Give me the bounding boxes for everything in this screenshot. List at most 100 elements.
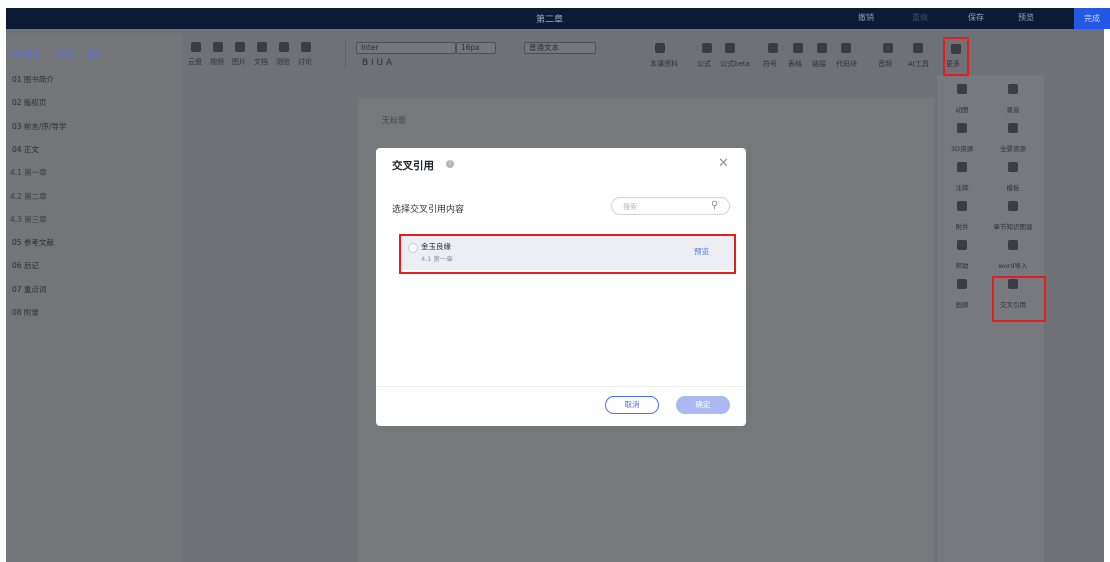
toolbar-tool-icon bbox=[725, 43, 735, 53]
add-sibling-button[interactable]: 同级目录 bbox=[10, 48, 40, 59]
search-placeholder: 搜索 bbox=[623, 203, 637, 211]
toolbar-tool-icon bbox=[702, 43, 712, 53]
cross-reference-highlight bbox=[992, 276, 1046, 322]
redo-button[interactable]: 重做 bbox=[912, 12, 928, 23]
toolbar-tool-button[interactable]: AI工具 bbox=[908, 59, 929, 69]
toolbar-tool-button[interactable]: 音频 bbox=[878, 59, 892, 69]
toolbar-insert-icon bbox=[257, 42, 267, 52]
document-title: 第二章 bbox=[536, 15, 564, 25]
toolbar-tool-icon bbox=[768, 43, 778, 53]
more-panel-icon bbox=[1008, 240, 1018, 250]
toolbar-tool-icon bbox=[841, 43, 851, 53]
more-panel-item[interactable]: 注释 bbox=[937, 162, 987, 194]
more-panel-label: 画廊 bbox=[955, 301, 969, 309]
toolbar-insert-icon bbox=[191, 42, 201, 52]
toolbar-divider bbox=[345, 40, 346, 68]
toolbar-tool-icon bbox=[793, 43, 803, 53]
font-size-select[interactable]: 16px bbox=[456, 42, 496, 54]
more-panel-item[interactable]: 动图 bbox=[937, 84, 987, 116]
more-panel-item[interactable]: 帮助 bbox=[937, 240, 987, 272]
sidebar-actions: 同级目录 子目录 更多 bbox=[10, 48, 102, 59]
more-panel-icon bbox=[957, 240, 967, 250]
sidebar-item[interactable]: 4.3 第三章 bbox=[10, 214, 47, 225]
toolbar-tool-button[interactable]: 本课资料 bbox=[650, 59, 678, 69]
more-panel-label: 附件 bbox=[955, 223, 969, 231]
info-icon[interactable]: i bbox=[446, 160, 454, 168]
more-panel-item[interactable]: 附件 bbox=[937, 201, 987, 233]
more-panel-item[interactable]: 3D资源 bbox=[937, 123, 987, 155]
more-panel-label: 模板 bbox=[1006, 184, 1020, 192]
top-bar: 第二章 撤销 重做 保存 预览 完成 bbox=[6, 8, 1110, 29]
cross-reference-dialog: 交叉引用 i ✕ 选择交叉引用内容 搜索 ⚲ 金玉良缘 4.1 第一章 预览 取… bbox=[376, 148, 746, 426]
toolbar-tool-icon bbox=[817, 43, 827, 53]
confirm-button[interactable]: 确定 bbox=[676, 396, 730, 414]
paragraph-style-select[interactable]: 普通文本 bbox=[524, 42, 596, 54]
sidebar-item[interactable]: 06 后记 bbox=[12, 260, 39, 271]
title-placeholder[interactable]: 无标题 bbox=[382, 115, 406, 126]
save-button[interactable]: 保存 bbox=[968, 12, 984, 23]
more-panel-label: 章节知识图谱 bbox=[993, 223, 1033, 231]
dialog-subtitle: 选择交叉引用内容 bbox=[392, 205, 465, 215]
font-family-select[interactable]: Inter bbox=[356, 42, 456, 54]
more-panel-icon bbox=[957, 84, 967, 94]
toolbar-tool-button[interactable]: 链接 bbox=[812, 59, 826, 69]
more-button-highlight bbox=[943, 37, 969, 76]
cancel-button[interactable]: 取消 bbox=[605, 396, 659, 414]
preview-button[interactable]: 预览 bbox=[1018, 12, 1034, 23]
toolbar-tool-icon bbox=[883, 43, 893, 53]
more-panel-item[interactable]: 章节知识图谱 bbox=[988, 201, 1038, 233]
more-panel-item[interactable]: 录音 bbox=[988, 84, 1038, 116]
toolbar-insert-button[interactable]: 图片 bbox=[232, 57, 246, 67]
search-icon[interactable]: ⚲ bbox=[711, 200, 718, 211]
text-format-buttons[interactable]: B I U A bbox=[362, 58, 392, 68]
more-panel-label: 3D资源 bbox=[950, 145, 974, 153]
toolbar-tool-button[interactable]: 表格 bbox=[788, 59, 802, 69]
toolbar-insert-icon bbox=[213, 42, 223, 52]
more-panel-icon bbox=[957, 201, 967, 211]
more-panel-icon bbox=[1008, 84, 1018, 94]
close-icon[interactable]: ✕ bbox=[718, 156, 729, 171]
more-panel-item[interactable]: 全景资源 bbox=[988, 123, 1038, 155]
toolbar-tool-icon bbox=[913, 43, 923, 53]
sidebar-item[interactable]: 03 前言/序/导学 bbox=[12, 121, 66, 132]
add-child-button[interactable]: 子目录 bbox=[52, 48, 75, 59]
sidebar-item[interactable]: 4.1 第一章 bbox=[10, 167, 47, 178]
toolbar-tool-button[interactable]: 公式beta bbox=[720, 59, 750, 69]
toolbar-insert-button[interactable]: 云盘 bbox=[188, 57, 202, 67]
toolbar-tool-button[interactable]: 公式 bbox=[697, 59, 711, 69]
toolbar-insert-button[interactable]: 视频 bbox=[210, 57, 224, 67]
undo-button[interactable]: 撤销 bbox=[858, 12, 874, 23]
sidebar-item[interactable]: 08 附录 bbox=[12, 307, 39, 318]
more-panel-icon bbox=[957, 162, 967, 172]
more-panel-item[interactable]: 模板 bbox=[988, 162, 1038, 194]
more-panel-label: 注释 bbox=[955, 184, 969, 192]
sidebar-item[interactable]: 02 版权页 bbox=[12, 97, 46, 108]
sidebar-item[interactable]: 01 图书简介 bbox=[12, 74, 54, 85]
more-panel-item[interactable]: word导入 bbox=[988, 240, 1038, 272]
chapter-sidebar bbox=[6, 34, 182, 562]
sidebar-item[interactable]: 07 重点词 bbox=[12, 284, 46, 295]
more-panel-item[interactable]: 画廊 bbox=[937, 279, 987, 311]
divider bbox=[376, 386, 746, 387]
toolbar-tool-button[interactable]: 代码块 bbox=[836, 59, 857, 69]
more-panel-icon bbox=[1008, 201, 1018, 211]
dialog-title: 交叉引用 bbox=[392, 160, 434, 172]
toolbar-insert-button[interactable]: 测验 bbox=[276, 57, 290, 67]
toolbar-insert-button[interactable]: 讨论 bbox=[298, 57, 312, 67]
toolbar-insert-button[interactable]: 文档 bbox=[254, 57, 268, 67]
more-panel-label: 录音 bbox=[1006, 106, 1020, 114]
sidebar-item[interactable]: 05 参考文献 bbox=[12, 237, 54, 248]
toolbar-insert-icon bbox=[235, 42, 245, 52]
more-panel-label: word导入 bbox=[998, 262, 1028, 270]
sidebar-item[interactable]: 04 正文 bbox=[12, 144, 39, 155]
more-panel-icon bbox=[1008, 162, 1018, 172]
sidebar-item[interactable]: 4.2 第二章 bbox=[10, 191, 47, 202]
sidebar-more-button[interactable]: 更多 bbox=[87, 48, 102, 59]
more-panel-icon bbox=[957, 123, 967, 133]
toolbar-tool-button[interactable]: 符号 bbox=[763, 59, 777, 69]
toolbar-insert-icon bbox=[279, 42, 289, 52]
done-button[interactable]: 完成 bbox=[1074, 8, 1110, 29]
result-highlight bbox=[399, 234, 736, 274]
search-input[interactable]: 搜索 ⚲ bbox=[611, 197, 730, 215]
more-panel-icon bbox=[957, 279, 967, 289]
